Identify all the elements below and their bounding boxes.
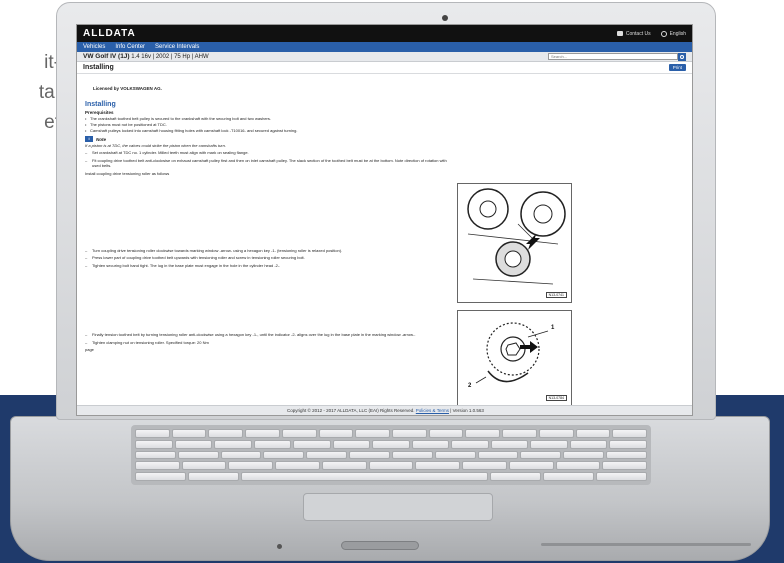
figure-code: N13-0741 bbox=[545, 292, 567, 298]
print-button[interactable]: Print bbox=[668, 64, 686, 71]
procedure-step: Turn coupling drive tensioning roller cl… bbox=[85, 248, 455, 254]
figure-label: 1 bbox=[551, 325, 555, 331]
footer: Copyright © 2012 - 2017 ALLDATA, LLC (EA… bbox=[77, 405, 692, 415]
background-text: it- ta. et bbox=[0, 48, 60, 138]
page-title: Installing bbox=[83, 64, 114, 71]
engine-illustration bbox=[467, 188, 566, 285]
note-text: If a piston is at TDC, the valves could … bbox=[85, 143, 226, 148]
prerequisite-item: Camshaft pulleys locked into camshaft ho… bbox=[85, 128, 684, 134]
licensed-text: Licensed by VOLKSWAGEN AG. bbox=[93, 86, 162, 91]
figure-label: 2 bbox=[468, 383, 472, 389]
procedure-step: Tighten securing bolt hand tight. The lu… bbox=[85, 263, 455, 269]
note-icon: i bbox=[85, 136, 93, 142]
background-text-line: ta. bbox=[38, 82, 60, 103]
nav-item-vehicles[interactable]: Vehicles bbox=[83, 44, 105, 50]
search-icon bbox=[680, 54, 684, 59]
laptop-base bbox=[10, 416, 770, 561]
section-heading: Installing bbox=[85, 101, 116, 108]
figure-tensioning-roller: 1 2 N13-0784 bbox=[457, 310, 572, 406]
background-text-line: et bbox=[44, 112, 60, 133]
page-titlebar: Installing Print bbox=[77, 62, 692, 74]
nav-item-service-intervals[interactable]: Service Intervals bbox=[155, 44, 199, 50]
language-selector[interactable]: English bbox=[660, 30, 686, 37]
lid-notch bbox=[341, 541, 419, 550]
document-content: Licensed by VOLKSWAGEN AG. Installing Pr… bbox=[77, 74, 692, 415]
contact-label: Contact Us bbox=[625, 30, 651, 37]
nav-item-info-center[interactable]: Info Center bbox=[115, 44, 145, 50]
vehicle-bar: VW Golf IV (1J) 1.4 16v | 2002 | 75 Hp |… bbox=[77, 52, 692, 62]
figure-code: N13-0784 bbox=[545, 395, 567, 401]
background-text-line: it- bbox=[44, 52, 60, 73]
footer-policies-link[interactable]: Policies & Terms bbox=[416, 408, 449, 413]
vehicle-name: VW Golf IV (1J) bbox=[83, 53, 130, 60]
note-header: i Note bbox=[85, 136, 684, 142]
note-label: Note bbox=[96, 136, 106, 142]
laptop-screen: ALLDATA Contact Us English Vehicles Info… bbox=[76, 24, 693, 416]
procedure-step: Set crankshaft at TDC no. 1 cylinder. Mi… bbox=[85, 150, 455, 156]
globe-icon bbox=[660, 30, 667, 37]
trackpad bbox=[303, 493, 493, 521]
stage: it- ta. et ALLDATA Contact Us English Ve… bbox=[0, 0, 784, 563]
app-topbar: ALLDATA Contact Us English bbox=[77, 25, 692, 42]
language-label: English bbox=[669, 30, 686, 37]
figure-camshaft-pulley: N13-0741 bbox=[457, 183, 572, 303]
search bbox=[548, 52, 686, 61]
procedure-step: Tighten clamping nut on tensioning rolle… bbox=[85, 340, 455, 346]
procedure-step: Fit coupling drive toothed belt anti-clo… bbox=[85, 158, 455, 169]
vehicle-details: 1.4 16v | 2002 | 75 Hp | AHW bbox=[131, 54, 209, 60]
procedure-step: Finally tension toothed belt by turning … bbox=[85, 332, 455, 338]
search-button[interactable] bbox=[678, 52, 686, 61]
main-nav: Vehicles Info Center Service Intervals bbox=[77, 42, 692, 52]
topbar-right: Contact Us English bbox=[616, 30, 686, 37]
camera-icon bbox=[442, 15, 448, 21]
vehicle-info: VW Golf IV (1J) 1.4 16v | 2002 | 75 Hp |… bbox=[83, 53, 209, 60]
footer-copyright: Copyright © 2012 - 2017 ALLDATA, LLC (EA… bbox=[287, 408, 415, 413]
keyboard bbox=[131, 425, 651, 485]
procedure-step: Press lower part of coupling drive tooth… bbox=[85, 255, 455, 261]
power-indicator bbox=[277, 544, 282, 549]
mail-icon bbox=[616, 31, 623, 36]
instruction-text: page bbox=[85, 347, 94, 352]
contact-link[interactable]: Contact Us bbox=[616, 30, 651, 37]
search-input[interactable] bbox=[548, 53, 678, 60]
prerequisites-label: Prerequisites bbox=[85, 110, 114, 115]
footer-version: | Version 1.0.563 bbox=[450, 408, 484, 413]
app-logo[interactable]: ALLDATA bbox=[83, 28, 136, 39]
optical-drive-slot bbox=[541, 543, 751, 546]
